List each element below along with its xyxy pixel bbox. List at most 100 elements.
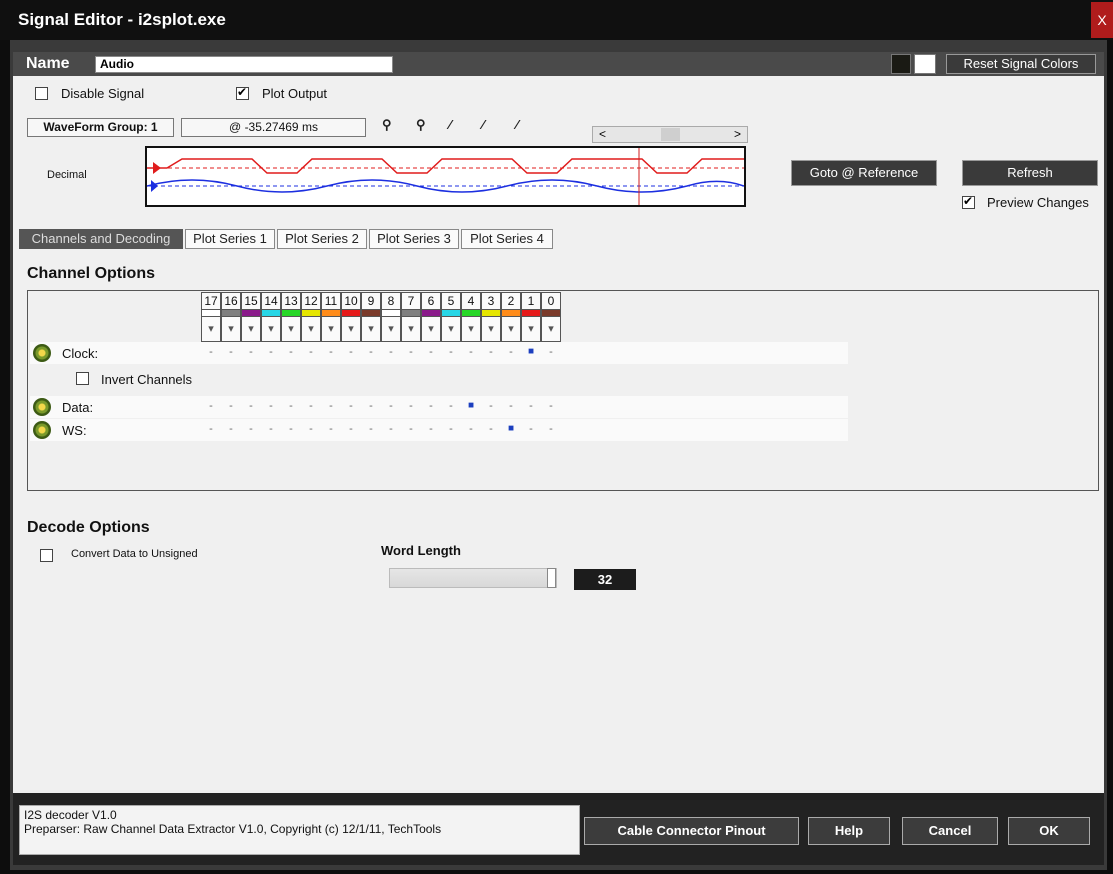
tab-plot-series-2[interactable]: Plot Series 2 <box>277 229 367 249</box>
convert-unsigned-checkbox[interactable] <box>40 549 53 562</box>
bit-cell-17[interactable]: - <box>201 346 221 358</box>
bit-cell-12[interactable]: - <box>301 423 321 435</box>
bit-cell-11[interactable]: - <box>321 423 341 435</box>
bit-cell-4[interactable]: - <box>461 346 481 358</box>
bit-cell-14[interactable]: - <box>261 423 281 435</box>
bit-dropdown-icon[interactable]: ▾ <box>442 322 460 335</box>
bit-cell-8[interactable]: - <box>381 423 401 435</box>
bit-cell-5[interactable]: - <box>441 423 461 435</box>
bit-cell-14[interactable]: - <box>261 400 281 412</box>
bit-cell-4[interactable]: ■ <box>461 400 481 411</box>
bit-dropdown-icon[interactable]: ▾ <box>362 322 380 335</box>
ws-gear-icon[interactable] <box>33 421 51 439</box>
bit-dropdown-icon[interactable]: ▾ <box>302 322 320 335</box>
bit-cell-2[interactable]: ■ <box>501 423 521 434</box>
bit-cell-10[interactable]: - <box>341 423 361 435</box>
bit-cell-2[interactable]: - <box>501 346 521 358</box>
bit-cell-16[interactable]: - <box>221 423 241 435</box>
bit-cell-12[interactable]: - <box>301 400 321 412</box>
bit-cell-1[interactable]: - <box>521 400 541 412</box>
bit-cell-10[interactable]: - <box>341 400 361 412</box>
zoom-out-icon[interactable]: ⚲ <box>416 117 426 133</box>
signal-color-swatch-dark[interactable] <box>891 54 911 74</box>
bit-cell-3[interactable]: - <box>481 423 501 435</box>
close-button[interactable]: X <box>1091 2 1113 38</box>
bit-cell-5[interactable]: - <box>441 400 461 412</box>
bit-cell-16[interactable]: - <box>221 400 241 412</box>
refresh-button[interactable]: Refresh <box>962 160 1098 186</box>
bit-dropdown-icon[interactable]: ▾ <box>462 322 480 335</box>
bit-cell-4[interactable]: - <box>461 423 481 435</box>
bit-dropdown-icon[interactable]: ▾ <box>202 322 220 335</box>
tab-channels-decoding[interactable]: Channels and Decoding <box>19 229 183 249</box>
bit-dropdown-icon[interactable]: ▾ <box>542 322 560 335</box>
bit-cell-3[interactable]: - <box>481 400 501 412</box>
waveform-scrollbar[interactable]: < > <box>592 126 748 143</box>
bit-cell-9[interactable]: - <box>361 400 381 412</box>
bit-cell-13[interactable]: - <box>281 346 301 358</box>
bit-cell-13[interactable]: - <box>281 400 301 412</box>
bit-cell-15[interactable]: - <box>241 423 261 435</box>
bit-cell-14[interactable]: - <box>261 346 281 358</box>
zoom-in-icon[interactable]: ⚲ <box>382 117 392 133</box>
bit-dropdown-icon[interactable]: ▾ <box>382 322 400 335</box>
scroll-right-icon[interactable]: > <box>734 127 741 141</box>
scrollbar-thumb[interactable] <box>661 128 680 141</box>
bit-cell-13[interactable]: - <box>281 423 301 435</box>
clock-bits[interactable]: - - - - - - - - - - - - - - - - ■ - <box>201 344 567 364</box>
tab-plot-series-1[interactable]: Plot Series 1 <box>185 229 275 249</box>
bit-dropdown-icon[interactable]: ▾ <box>282 322 300 335</box>
tab-plot-series-3[interactable]: Plot Series 3 <box>369 229 459 249</box>
bit-dropdown-icon[interactable]: ▾ <box>242 322 260 335</box>
fit-icon[interactable]: ⁄ <box>482 117 484 132</box>
scroll-left-icon[interactable]: < <box>599 127 606 141</box>
ws-bits[interactable]: - - - - - - - - - - - - - - - ■ - - <box>201 421 567 441</box>
bit-cell-12[interactable]: - <box>301 346 321 358</box>
disable-signal-checkbox[interactable] <box>35 87 48 100</box>
bit-cell-15[interactable]: - <box>241 400 261 412</box>
bit-cell-6[interactable]: - <box>421 423 441 435</box>
preview-changes-checkbox[interactable] <box>962 194 975 209</box>
bit-cell-6[interactable]: - <box>421 346 441 358</box>
bit-cell-2[interactable]: - <box>501 400 521 412</box>
bit-dropdown-icon[interactable]: ▾ <box>482 322 500 335</box>
bit-cell-0[interactable]: - <box>541 423 561 435</box>
cable-connector-pinout-button[interactable]: Cable Connector Pinout <box>584 817 799 845</box>
word-length-slider[interactable] <box>389 568 557 588</box>
reset-signal-colors-button[interactable]: Reset Signal Colors <box>946 54 1096 74</box>
bit-cell-9[interactable]: - <box>361 346 381 358</box>
bit-dropdown-icon[interactable]: ▾ <box>502 322 520 335</box>
plot-output-checkbox[interactable] <box>236 85 249 100</box>
bit-cell-8[interactable]: - <box>381 400 401 412</box>
signal-color-swatch-light[interactable] <box>914 54 936 74</box>
bit-cell-6[interactable]: - <box>421 400 441 412</box>
bit-cell-10[interactable]: - <box>341 346 361 358</box>
bit-dropdown-icon[interactable]: ▾ <box>402 322 420 335</box>
help-button[interactable]: Help <box>808 817 890 845</box>
bit-dropdown-icon[interactable]: ▾ <box>422 322 440 335</box>
bit-cell-5[interactable]: - <box>441 346 461 358</box>
bit-dropdown-icon[interactable]: ▾ <box>342 322 360 335</box>
bit-cell-7[interactable]: - <box>401 346 421 358</box>
waveform-group-box[interactable]: WaveForm Group: 1 <box>27 118 174 137</box>
bit-cell-1[interactable]: - <box>521 423 541 435</box>
bit-cell-9[interactable]: - <box>361 423 381 435</box>
name-input[interactable]: Audio <box>95 56 393 73</box>
goto-reference-button[interactable]: Goto @ Reference <box>791 160 937 186</box>
tab-plot-series-4[interactable]: Plot Series 4 <box>461 229 553 249</box>
ok-button[interactable]: OK <box>1008 817 1090 845</box>
cancel-button[interactable]: Cancel <box>902 817 998 845</box>
bit-cell-7[interactable]: - <box>401 400 421 412</box>
bit-dropdown-icon[interactable]: ▾ <box>222 322 240 335</box>
data-bits[interactable]: - - - - - - - - - - - - - ■ - - - - <box>201 398 567 418</box>
bit-cell-0[interactable]: - <box>541 346 561 358</box>
jump-to-start-icon[interactable]: ⁄ <box>449 117 451 132</box>
clock-gear-icon[interactable] <box>33 344 51 362</box>
bit-cell-3[interactable]: - <box>481 346 501 358</box>
bit-cell-11[interactable]: - <box>321 400 341 412</box>
bit-cell-7[interactable]: - <box>401 423 421 435</box>
bit-cell-11[interactable]: - <box>321 346 341 358</box>
jump-to-end-icon[interactable]: ⁄ <box>516 117 518 132</box>
bit-cell-15[interactable]: - <box>241 346 261 358</box>
bit-cell-1[interactable]: ■ <box>521 346 541 357</box>
